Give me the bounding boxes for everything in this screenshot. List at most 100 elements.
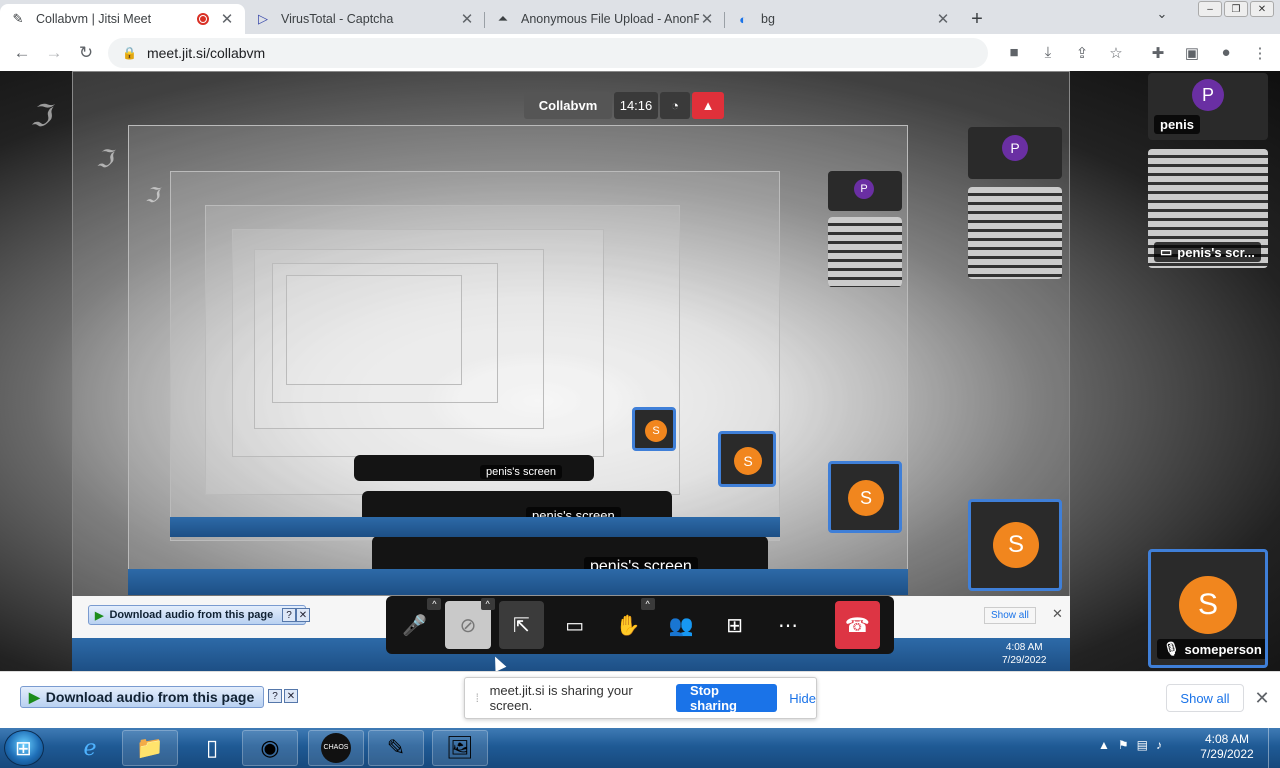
chaos-icon[interactable]: CHAOS [308,730,364,766]
microphone-button[interactable]: 🎤 ^ [392,598,442,649]
camera-off-button[interactable]: ⊘ ^ [445,598,495,649]
upload-icon: ⏶ [497,11,509,26]
chevron-up-icon[interactable]: ^ [427,598,442,610]
show-desktop-button[interactable] [1268,728,1280,768]
ie-icon[interactable]: ℯ [62,730,118,766]
download-icon[interactable]: ⤓ [1034,39,1062,67]
avatar: S [645,420,667,442]
new-tab-button[interactable]: + [961,4,993,34]
tile-view-button[interactable]: ⊞ [712,601,757,649]
tab-bg[interactable]: ◐ bg ✕ [725,4,961,34]
participant-name: 🎙 someperson [1157,639,1265,659]
mic-muted-icon: 🎙 [1163,641,1180,656]
recording-icon [197,13,209,25]
tab-collabvm[interactable]: ✎ Collabvm | Jitsi Meet ✕ [0,4,245,34]
download-chip[interactable]: ▶ Download audio from this page [20,686,264,708]
connection-stats-icon[interactable]: ◔ [660,92,690,119]
participant-tile-screen[interactable]: ▭ penis's scr... [1148,149,1268,268]
avatar: S [848,480,884,516]
tab-title: Collabvm | Jitsi Meet [36,12,152,26]
participants-button[interactable]: 👥 [659,601,704,649]
drag-handle-icon[interactable]: ⁞ [469,691,486,705]
screen-share-button[interactable]: ⇱ [498,601,544,649]
nested-thumb: S [718,431,776,487]
stop-sharing-button[interactable]: Stop sharing [676,683,778,713]
file-icon[interactable]: ▯ [184,730,240,766]
tab-search-icon[interactable]: ⌄ [1152,6,1172,26]
name-text: someperson [1184,641,1262,657]
chat-button[interactable]: ▭ [552,601,597,649]
warning-icon[interactable]: ▲ [692,92,724,119]
chevron-up-icon[interactable]: ^ [480,598,495,610]
bookmark-star-icon[interactable]: ☆ [1102,39,1130,67]
flag-icon[interactable]: ⚑ [1118,738,1129,752]
profile-icon[interactable]: ● [1212,39,1240,67]
picture-icon[interactable]: 🖼 [432,730,488,766]
camera-icon[interactable]: ■ [1000,39,1028,67]
participant-name: ▭ penis's scr... [1154,242,1261,262]
close-tab-icon[interactable]: ✕ [935,10,951,28]
avatar: P [854,179,874,199]
menu-icon[interactable]: ⋮ [1246,39,1274,67]
hangup-button[interactable]: ☎ [834,601,880,649]
jitsi-watermark: ℑ [145,185,159,207]
meeting-toolbar: 🎤 ^ ⊘ ^ ⇱ ▭ ✋ ^ 👥 ⊞ ⋯ ☎ [386,596,894,654]
screen-share-icon: ▭ [1160,244,1173,259]
explorer-icon[interactable]: 📁 [122,730,178,766]
extensions-icon[interactable]: ✚ [1144,39,1172,67]
close-tab-icon[interactable]: ✕ [699,10,715,28]
tab-title: Anonymous File Upload - AnonFi [521,12,699,26]
lock-icon[interactable]: 🔒 [122,46,137,60]
minimize-icon[interactable]: – [1198,1,1222,17]
tab-title: bg [761,12,775,26]
date-text: 7/29/2022 [1002,655,1047,666]
nested-thumb: S [632,407,676,451]
volume-icon[interactable]: ♪ [1156,738,1162,752]
jitsi-watermark: ℑ [96,146,113,173]
nested-download-chip: ▶ Download audio from this page [88,605,306,625]
download-label: Download audio from this page [45,689,255,705]
browser-toolbar: ← → ↻ 🔒 meet.jit.si/collabvm ■ ⤓ ⇪ ☆ ✚ ▣… [0,34,1280,71]
taskbar-clock[interactable]: 4:08 AM 7/29/2022 [1196,732,1258,762]
back-icon[interactable]: ← [6,37,38,69]
meeting-header: Collabvm 14:16 ◔ ▲ [524,92,724,119]
network-icon[interactable]: ▤ [1137,738,1148,752]
hide-button[interactable]: Hide [789,691,816,706]
restore-icon[interactable]: ❐ [1224,1,1248,17]
notepad-icon[interactable]: ✎ [368,730,424,766]
chrome-icon[interactable]: ◉ [242,730,298,766]
screen-caption: penis's screen [480,465,562,479]
forward-icon[interactable]: → [38,37,70,69]
help-icon: ? [282,608,296,622]
raise-hand-button[interactable]: ✋ ^ [605,598,655,649]
participant-tile-penis[interactable]: P penis [1148,73,1268,140]
nested-thumb: S [828,461,902,533]
tab-anonfiles[interactable]: ⏶ Anonymous File Upload - AnonFi ✕ [485,4,725,34]
help-icon[interactable]: ? [268,689,282,703]
close-shelf-icon[interactable]: ✕ [1252,688,1272,708]
close-icon: ✕ [296,608,310,622]
more-actions-button[interactable]: ⋯ [765,601,810,649]
avatar: P [1192,79,1224,111]
screen-preview [828,217,902,287]
room-name: Collabvm [524,92,612,119]
time-text: 4:08 AM [1204,732,1250,746]
chevron-up-icon[interactable]: ^ [640,598,655,610]
close-window-icon[interactable]: ✕ [1250,1,1274,17]
name-text: penis's scr... [1177,244,1255,260]
close-tab-icon[interactable]: ✕ [219,10,235,28]
address-bar[interactable]: 🔒 meet.jit.si/collabvm [108,37,988,68]
side-panel-icon[interactable]: ▣ [1178,39,1206,67]
share-icon[interactable]: ⇪ [1068,39,1096,67]
avatar: S [993,522,1039,568]
close-tab-icon[interactable]: ✕ [459,10,475,28]
tab-virustotal[interactable]: ▷ VirusTotal - Captcha ✕ [245,4,485,34]
reload-icon[interactable]: ↻ [70,37,102,69]
close-icon[interactable]: ✕ [284,689,298,703]
show-all-button[interactable]: Show all [1166,684,1244,712]
participant-tile-someperson[interactable]: S 🎙 someperson [1148,549,1268,668]
date-text: 7/29/2022 [1200,747,1254,761]
start-button[interactable] [4,730,44,766]
avatar: S [734,447,762,475]
tray-expand-icon[interactable]: ▲ [1098,738,1110,752]
